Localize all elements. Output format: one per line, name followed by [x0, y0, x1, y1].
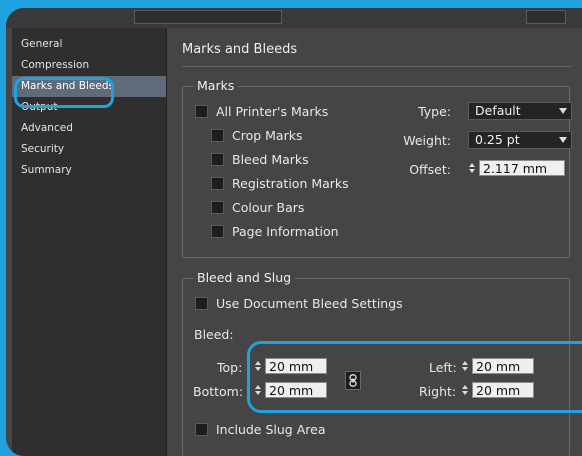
registration-marks-checkbox[interactable]: Registration Marks — [211, 176, 349, 191]
checkbox-label: Page Information — [232, 224, 339, 239]
print-dialog: General Compression Marks and Bleeds Out… — [6, 8, 582, 456]
checkbox-box[interactable] — [211, 129, 224, 142]
chevron-down-icon — [559, 137, 567, 143]
marks-group: Marks All Printer's Marks Crop Marks Ble… — [182, 78, 572, 258]
sidebar-item-general[interactable]: General — [12, 34, 166, 55]
include-slug-checkbox[interactable]: Include Slug Area — [195, 422, 325, 437]
weight-value: 0.25 pt — [475, 132, 520, 147]
checkbox-label: Crop Marks — [232, 128, 303, 143]
page-title: Marks and Bleeds — [182, 42, 298, 57]
offset-field[interactable]: 2.117 mm — [479, 160, 565, 176]
top-label: Top: — [217, 360, 243, 375]
compatibility-field-partial[interactable] — [526, 10, 566, 24]
bleed-and-slug-group-title: Bleed and Slug — [193, 270, 296, 285]
spinner-arrows-icon[interactable] — [468, 160, 476, 176]
type-dropdown[interactable]: Default — [468, 102, 572, 120]
weight-dropdown[interactable]: 0.25 pt — [468, 131, 572, 149]
checkbox-box[interactable] — [195, 297, 208, 310]
bleed-label: Bleed: — [194, 327, 234, 342]
top-toolbar-strip — [6, 8, 582, 28]
checkbox-box[interactable] — [211, 225, 224, 238]
title-divider — [182, 66, 572, 67]
bottom-label: Bottom: — [193, 384, 244, 399]
checkbox-box[interactable] — [211, 153, 224, 166]
sidebar-item-summary[interactable]: Summary — [12, 160, 166, 181]
all-printers-marks-checkbox[interactable]: All Printer's Marks — [195, 104, 328, 119]
main-panel: Marks and Bleeds Marks All Printer's Mar… — [174, 28, 582, 456]
crop-marks-checkbox[interactable]: Crop Marks — [211, 128, 302, 143]
sidebar-highlight-callout — [14, 77, 114, 108]
checkbox-label: All Printer's Marks — [216, 104, 329, 119]
checkbox-label: Registration Marks — [232, 176, 349, 191]
bleed-highlight-callout — [247, 341, 582, 413]
checkbox-box[interactable] — [195, 105, 208, 118]
checkbox-box[interactable] — [211, 201, 224, 214]
type-value: Default — [475, 103, 521, 118]
checkbox-label: Colour Bars — [232, 200, 305, 215]
bleed-marks-checkbox[interactable]: Bleed Marks — [211, 152, 309, 167]
preset-field-partial[interactable] — [134, 10, 282, 24]
colour-bars-checkbox[interactable]: Colour Bars — [211, 200, 304, 215]
checkbox-box[interactable] — [195, 423, 208, 436]
checkbox-label: Bleed Marks — [232, 152, 309, 167]
page-information-checkbox[interactable]: Page Information — [211, 224, 339, 239]
use-document-bleed-checkbox[interactable]: Use Document Bleed Settings — [195, 296, 403, 311]
checkbox-box[interactable] — [211, 177, 224, 190]
weight-label: Weight: — [403, 133, 451, 148]
offset-label: Offset: — [409, 162, 451, 177]
sidebar-item-advanced[interactable]: Advanced — [12, 118, 166, 139]
marks-group-title: Marks — [193, 78, 239, 93]
checkbox-label: Use Document Bleed Settings — [216, 296, 403, 311]
offset-spinner[interactable]: 2.117 mm — [468, 160, 565, 176]
type-label: Type: — [418, 104, 451, 119]
checkbox-label: Include Slug Area — [216, 422, 326, 437]
sidebar-item-security[interactable]: Security — [12, 139, 166, 160]
chevron-down-icon — [559, 108, 567, 114]
sidebar-item-compression[interactable]: Compression — [12, 55, 166, 76]
